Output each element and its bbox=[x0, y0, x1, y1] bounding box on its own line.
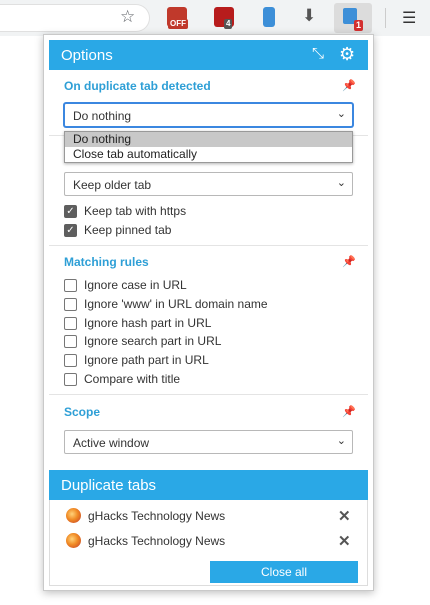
dropdown-option[interactable]: Do nothing bbox=[65, 132, 352, 147]
option-label: Ignore case in URL bbox=[84, 278, 187, 292]
pin-icon[interactable]: 📌 bbox=[342, 405, 356, 418]
chevron-down-icon: ⌄ bbox=[336, 108, 346, 120]
checkbox-checked[interactable]: ✓ bbox=[64, 224, 77, 237]
option-label: Keep tab with https bbox=[84, 204, 187, 218]
select-value: Do nothing bbox=[73, 109, 132, 123]
ghacks-favicon-icon bbox=[66, 533, 81, 548]
tab-title[interactable]: gHacks Technology News bbox=[88, 534, 225, 548]
section-divider bbox=[49, 394, 368, 395]
close-all-button[interactable]: Close all bbox=[210, 561, 358, 583]
checkbox-checked[interactable]: ✓ bbox=[64, 205, 77, 218]
chevron-down-icon: ⌄ bbox=[336, 435, 346, 447]
tab-title[interactable]: gHacks Technology News bbox=[88, 509, 225, 523]
close-icon[interactable]: ✕ bbox=[338, 507, 351, 525]
options-header: Options ⤡ ⚙ bbox=[49, 40, 368, 70]
pin-icon[interactable]: 📌 bbox=[342, 255, 356, 268]
chevron-down-icon: ⌄ bbox=[336, 177, 346, 189]
option-label: Keep pinned tab bbox=[84, 223, 172, 237]
scope-select[interactable]: Active window ⌄ bbox=[64, 430, 353, 454]
option-label: Ignore search part in URL bbox=[84, 334, 222, 348]
pin-icon[interactable]: 📌 bbox=[342, 79, 356, 92]
checkbox[interactable] bbox=[64, 373, 77, 386]
dropdown-option[interactable]: Close tab automatically bbox=[65, 147, 352, 162]
section-divider bbox=[49, 245, 368, 246]
collapse-icon[interactable]: ⤡ bbox=[312, 45, 324, 62]
checkbox[interactable] bbox=[64, 279, 77, 292]
duplicate-tabs-extension-button[interactable]: 1 bbox=[334, 3, 372, 33]
checkbox[interactable] bbox=[64, 298, 77, 311]
duplicate-action-dropdown: Do nothing Close tab automatically bbox=[64, 131, 353, 163]
on-duplicate-title: On duplicate tab detected bbox=[64, 79, 211, 93]
gear-icon[interactable]: ⚙ bbox=[339, 44, 355, 65]
duplicate-tab-item[interactable]: gHacks Technology News ✕ bbox=[64, 507, 354, 525]
matching-rules-title: Matching rules bbox=[64, 255, 149, 269]
option-label: Ignore 'www' in URL domain name bbox=[84, 297, 268, 311]
checkbox[interactable] bbox=[64, 335, 77, 348]
scope-title: Scope bbox=[64, 405, 101, 419]
option-label: Compare with title bbox=[84, 372, 181, 386]
duplicate-tabs-title: Duplicate tabs bbox=[61, 477, 157, 494]
keep-tab-select[interactable]: Keep older tab ⌄ bbox=[64, 172, 353, 196]
browser-toolbar: ☆ OFF 4 ⬇ 1 ☰ bbox=[0, 0, 430, 36]
reading-list-icon[interactable]: ☰ bbox=[402, 8, 416, 28]
checkbox[interactable] bbox=[64, 354, 77, 367]
ext-badge: OFF bbox=[168, 19, 188, 29]
bookmark-extension-icon[interactable] bbox=[263, 7, 275, 27]
ublock-extension-icon[interactable]: 4 bbox=[214, 7, 234, 29]
adblock-extension-icon[interactable]: OFF bbox=[167, 7, 188, 29]
checkbox[interactable] bbox=[64, 317, 77, 330]
ext-badge: 1 bbox=[354, 20, 364, 31]
options-title: Options bbox=[61, 47, 113, 64]
bookmark-star-icon[interactable]: ☆ bbox=[120, 7, 135, 27]
duplicate-tab-item[interactable]: gHacks Technology News ✕ bbox=[64, 532, 354, 550]
option-label: Ignore path part in URL bbox=[84, 353, 209, 367]
select-value: Active window bbox=[73, 436, 150, 450]
ext-badge: 4 bbox=[224, 19, 233, 29]
duplicate-tabs-header: Duplicate tabs bbox=[49, 470, 368, 500]
select-value: Keep older tab bbox=[73, 178, 152, 192]
download-arrow-icon[interactable]: ⬇ bbox=[302, 6, 316, 26]
close-icon[interactable]: ✕ bbox=[338, 532, 351, 550]
option-label: Ignore hash part in URL bbox=[84, 316, 212, 330]
ghacks-favicon-icon bbox=[66, 508, 81, 523]
duplicate-action-select[interactable]: Do nothing ⌄ bbox=[64, 103, 353, 127]
toolbar-separator bbox=[385, 8, 386, 28]
options-popup: Options ⤡ ⚙ On duplicate tab detected 📌 … bbox=[43, 34, 374, 591]
